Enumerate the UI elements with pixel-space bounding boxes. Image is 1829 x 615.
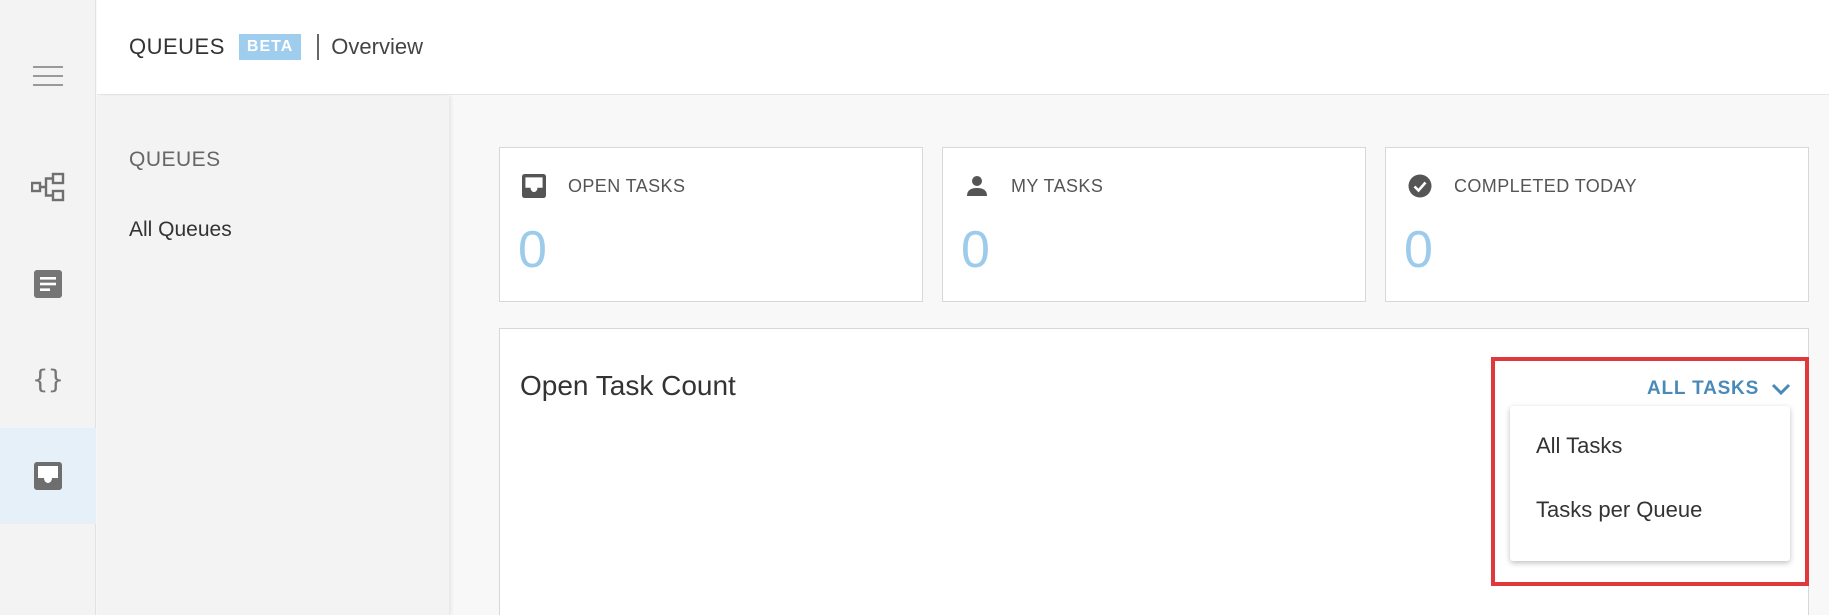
stat-label: MY TASKS bbox=[1011, 175, 1104, 196]
task-filter-dropdown[interactable]: ALL TASKS bbox=[1647, 378, 1791, 400]
breadcrumb: Overview bbox=[331, 34, 423, 59]
task-filter-menu: All Tasks Tasks per Queue bbox=[1510, 406, 1790, 561]
stat-value: 0 bbox=[518, 221, 547, 279]
breadcrumb-separator bbox=[317, 34, 320, 60]
check-circle-icon bbox=[1408, 174, 1432, 198]
beta-badge: BETA bbox=[238, 34, 302, 60]
inbox-icon bbox=[34, 462, 62, 490]
svg-text:{}: {} bbox=[32, 365, 63, 394]
menu-item-tasks-per-queue[interactable]: Tasks per Queue bbox=[1536, 497, 1702, 523]
stat-label: OPEN TASKS bbox=[568, 175, 686, 196]
document-icon bbox=[34, 270, 62, 298]
rail-item-processes[interactable] bbox=[0, 139, 96, 235]
process-diagram-icon bbox=[31, 172, 65, 202]
dropdown-selected-label: ALL TASKS bbox=[1647, 378, 1760, 399]
rail-item-documents[interactable] bbox=[0, 236, 96, 332]
sidebar-item-all-queues[interactable]: All Queues bbox=[129, 218, 232, 242]
person-icon bbox=[967, 176, 987, 196]
stat-card-my-tasks: MY TASKS 0 bbox=[942, 147, 1366, 302]
sidebar-heading: QUEUES bbox=[129, 148, 221, 171]
stat-card-completed-today: COMPLETED TODAY 0 bbox=[1385, 147, 1809, 302]
chevron-down-icon bbox=[1772, 383, 1791, 396]
top-header: QUEUES BETA Overview bbox=[97, 0, 1829, 95]
menu-item-all-tasks[interactable]: All Tasks bbox=[1536, 433, 1622, 459]
app-title: QUEUES bbox=[129, 34, 225, 59]
menu-icon bbox=[33, 66, 63, 86]
stat-card-open-tasks: OPEN TASKS 0 bbox=[499, 147, 923, 302]
icon-rail: {} bbox=[0, 0, 96, 615]
stat-value: 0 bbox=[1404, 221, 1433, 279]
menu-button[interactable] bbox=[0, 28, 96, 124]
inbox-icon bbox=[522, 174, 546, 198]
code-braces-icon: {} bbox=[32, 365, 63, 394]
stat-value: 0 bbox=[961, 221, 990, 279]
stat-label: COMPLETED TODAY bbox=[1454, 175, 1638, 196]
queues-sidebar: QUEUES All Queues bbox=[97, 96, 449, 615]
rail-item-queues[interactable] bbox=[0, 428, 96, 524]
rail-item-code[interactable]: {} bbox=[0, 331, 96, 427]
panel-title: Open Task Count bbox=[520, 370, 736, 401]
